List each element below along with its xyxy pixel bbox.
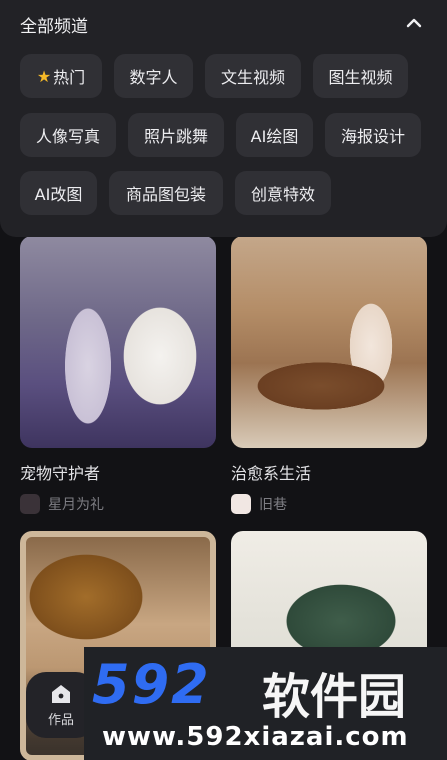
watermark-brand-cn: 软件园 bbox=[262, 669, 407, 725]
watermark-brand: 592 bbox=[92, 653, 211, 716]
channel-chip-poster-design[interactable]: 海报设计 bbox=[325, 113, 421, 157]
card-title: 宠物守护者 bbox=[20, 464, 101, 483]
card-author[interactable]: 星月为礼 bbox=[20, 494, 216, 514]
card-author[interactable]: 旧巷 bbox=[231, 494, 427, 514]
channel-chip-product-packaging[interactable]: 商品图包装 bbox=[109, 171, 223, 215]
star-icon: ★ bbox=[36, 66, 52, 86]
channel-panel: 全部频道 ★ 热门 数字人 文生视频 图生视频 人像写真 照片跳舞 AI绘图 海… bbox=[0, 0, 447, 237]
author-name: 星月为礼 bbox=[48, 497, 104, 513]
author-name: 旧巷 bbox=[259, 497, 287, 513]
avatar bbox=[231, 494, 251, 514]
channel-chip-hot[interactable]: ★ 热门 bbox=[20, 54, 102, 98]
feed-card[interactable]: 宠物守护者 星月为礼 bbox=[20, 236, 216, 514]
chip-label: 图生视频 bbox=[328, 68, 393, 87]
chip-label: AI改图 bbox=[34, 185, 83, 204]
chip-label: 文生视频 bbox=[220, 68, 285, 87]
panel-title: 全部频道 bbox=[20, 17, 88, 37]
chip-label: 热门 bbox=[53, 68, 86, 87]
chip-label: 数字人 bbox=[129, 68, 178, 87]
home-icon bbox=[52, 684, 70, 703]
watermark-url: www.592xiazai.com bbox=[102, 722, 409, 752]
watermark: 592 软件园 www.592xiazai.com bbox=[84, 647, 447, 760]
chip-label: 人像写真 bbox=[35, 127, 100, 146]
avatar bbox=[20, 494, 40, 514]
card-image[interactable] bbox=[20, 236, 216, 448]
card-image[interactable] bbox=[231, 236, 427, 448]
chevron-up-icon[interactable] bbox=[405, 14, 423, 32]
nav-label: 作品 bbox=[47, 712, 74, 728]
chip-label: 海报设计 bbox=[340, 127, 405, 146]
channel-chip-digital-human[interactable]: 数字人 bbox=[114, 54, 193, 98]
chip-label: 商品图包装 bbox=[125, 185, 206, 204]
chip-label: 创意特效 bbox=[250, 185, 315, 204]
card-title: 治愈系生活 bbox=[231, 464, 312, 483]
channel-chip-portrait[interactable]: 人像写真 bbox=[20, 113, 116, 157]
feed-card[interactable]: 治愈系生活 旧巷 bbox=[231, 236, 427, 514]
channel-chip-creative-effects[interactable]: 创意特效 bbox=[235, 171, 331, 215]
chip-label: AI绘图 bbox=[250, 127, 299, 146]
channel-chip-text-to-video[interactable]: 文生视频 bbox=[205, 54, 301, 98]
channel-chip-ai-edit[interactable]: AI改图 bbox=[20, 171, 97, 215]
channel-chip-image-to-video[interactable]: 图生视频 bbox=[313, 54, 408, 98]
channel-chip-ai-drawing[interactable]: AI绘图 bbox=[236, 113, 313, 157]
chip-label: 照片跳舞 bbox=[143, 127, 208, 146]
channel-chip-photo-dance[interactable]: 照片跳舞 bbox=[128, 113, 224, 157]
